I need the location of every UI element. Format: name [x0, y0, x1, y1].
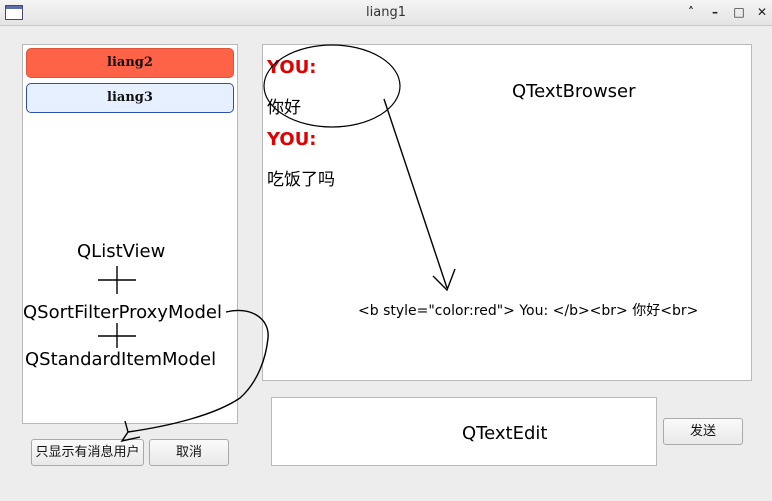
message-text: 吃饭了吗	[267, 170, 335, 190]
user-list-item[interactable]: liang2	[26, 48, 234, 78]
window-title: liang1	[366, 5, 406, 20]
message-text-edit[interactable]: QTextEdit	[271, 397, 657, 466]
message-text: 你好	[267, 98, 301, 118]
qtextbrowser-annotation: QTextBrowser	[512, 81, 636, 102]
item-model-annotation: QStandardItemModel	[25, 349, 217, 370]
connector-arrowhead	[120, 420, 141, 443]
message-sender: YOU:	[267, 129, 317, 150]
show-with-messages-button[interactable]: 只显示有消息用户	[31, 439, 144, 466]
proxy-model-annotation: QSortFilterProxyModel	[23, 302, 222, 323]
collapse-icon[interactable]: ˄	[683, 4, 699, 20]
user-list-item[interactable]: liang3	[26, 83, 234, 113]
cancel-button[interactable]: 取消	[149, 439, 229, 466]
minimize-icon[interactable]: –	[707, 4, 723, 20]
qlistview-annotation: QListView	[77, 241, 166, 262]
qtextedit-annotation: QTextEdit	[462, 423, 548, 444]
message-sender: YOU:	[267, 57, 317, 78]
window-titlebar: liang1 ˄ – □ ✕	[0, 0, 772, 26]
html-sample-annotation: <b style="color:red"> You: </b><br> 你好<b…	[358, 303, 699, 319]
maximize-icon[interactable]: □	[731, 4, 747, 20]
send-button[interactable]: 发送	[663, 418, 743, 445]
close-icon[interactable]: ✕	[754, 4, 770, 20]
chat-text-browser[interactable]: YOU: 你好 YOU: 吃饭了吗 QTextBrowser <b style=…	[262, 44, 752, 381]
